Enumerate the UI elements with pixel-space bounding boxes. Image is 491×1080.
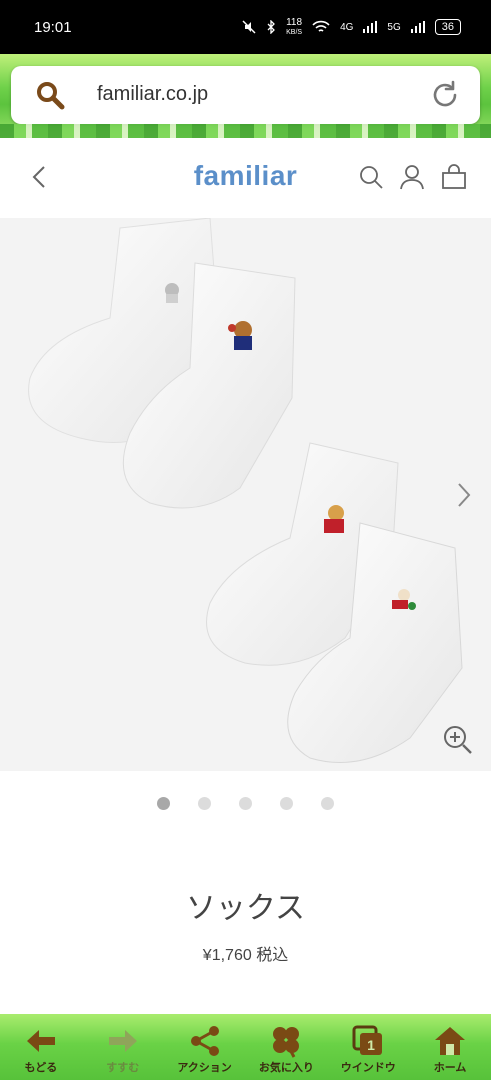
carousel-dot[interactable] bbox=[198, 797, 211, 810]
bluetooth-icon bbox=[267, 20, 276, 34]
network-speed: 118 KB/S bbox=[286, 16, 303, 36]
share-icon bbox=[190, 1026, 219, 1056]
status-bar: 19:01 118 KB/S 4G 5G 36 bbox=[0, 0, 491, 54]
address-bar[interactable]: familiar.co.jp bbox=[11, 66, 480, 124]
carousel-dot[interactable] bbox=[157, 797, 170, 810]
toolbar-favorites-button[interactable]: お気に入り bbox=[247, 1014, 325, 1080]
toolbar-window-button[interactable]: 1 ウインドウ bbox=[329, 1014, 407, 1080]
user-icon[interactable] bbox=[398, 163, 426, 191]
mute-icon bbox=[242, 20, 256, 34]
back-arrow-icon bbox=[26, 1030, 55, 1052]
product-image[interactable] bbox=[0, 218, 491, 771]
price-value: ¥1,760 bbox=[202, 947, 252, 964]
search-icon[interactable] bbox=[35, 80, 65, 110]
home-icon bbox=[435, 1027, 466, 1055]
battery-indicator: 36 bbox=[434, 19, 461, 35]
carousel-dot[interactable] bbox=[239, 797, 252, 810]
carousel-indicators bbox=[0, 797, 491, 810]
signal-5g: 5G bbox=[387, 21, 401, 33]
tax-label: 税込 bbox=[256, 947, 289, 964]
next-arrow-icon[interactable] bbox=[453, 480, 477, 510]
browser-toolbar: もどる すすむ アクション お気に入り 1 ウインドウ ホーム bbox=[0, 1014, 491, 1080]
signal-bars-icon bbox=[410, 21, 425, 33]
status-time: 19:01 bbox=[34, 18, 72, 36]
browser-address-area: familiar.co.jp bbox=[0, 54, 491, 138]
window-count: 1 bbox=[367, 1037, 375, 1053]
window-icon: 1 bbox=[352, 1025, 383, 1055]
socks-illustration bbox=[28, 218, 463, 763]
toolbar-home-button[interactable]: ホーム bbox=[411, 1014, 489, 1080]
shopping-bag-icon[interactable] bbox=[440, 163, 468, 191]
search-icon[interactable] bbox=[357, 163, 385, 191]
status-icons: 118 KB/S 4G 5G 36 bbox=[242, 16, 461, 37]
signal-4g: 4G bbox=[340, 21, 354, 33]
reload-icon[interactable] bbox=[429, 79, 461, 111]
carousel-dot[interactable] bbox=[321, 797, 334, 810]
wifi-icon bbox=[312, 20, 330, 32]
toolbar-back-button[interactable]: もどる bbox=[2, 1014, 80, 1080]
signal-bars-icon bbox=[363, 21, 378, 33]
product-name: ソックス bbox=[185, 892, 306, 925]
forward-arrow-icon bbox=[108, 1030, 137, 1052]
url-text[interactable]: familiar.co.jp bbox=[97, 83, 208, 106]
site-header: familiar bbox=[0, 138, 491, 219]
product-price: ¥1,760 税込 bbox=[0, 941, 491, 965]
clover-icon bbox=[273, 1027, 300, 1058]
embroidery-bear bbox=[165, 283, 179, 303]
toolbar-action-button[interactable]: アクション bbox=[166, 1014, 244, 1080]
carousel-dot[interactable] bbox=[280, 797, 293, 810]
toolbar-forward-button[interactable]: すすむ bbox=[84, 1014, 162, 1080]
zoom-in-icon[interactable] bbox=[442, 724, 474, 756]
